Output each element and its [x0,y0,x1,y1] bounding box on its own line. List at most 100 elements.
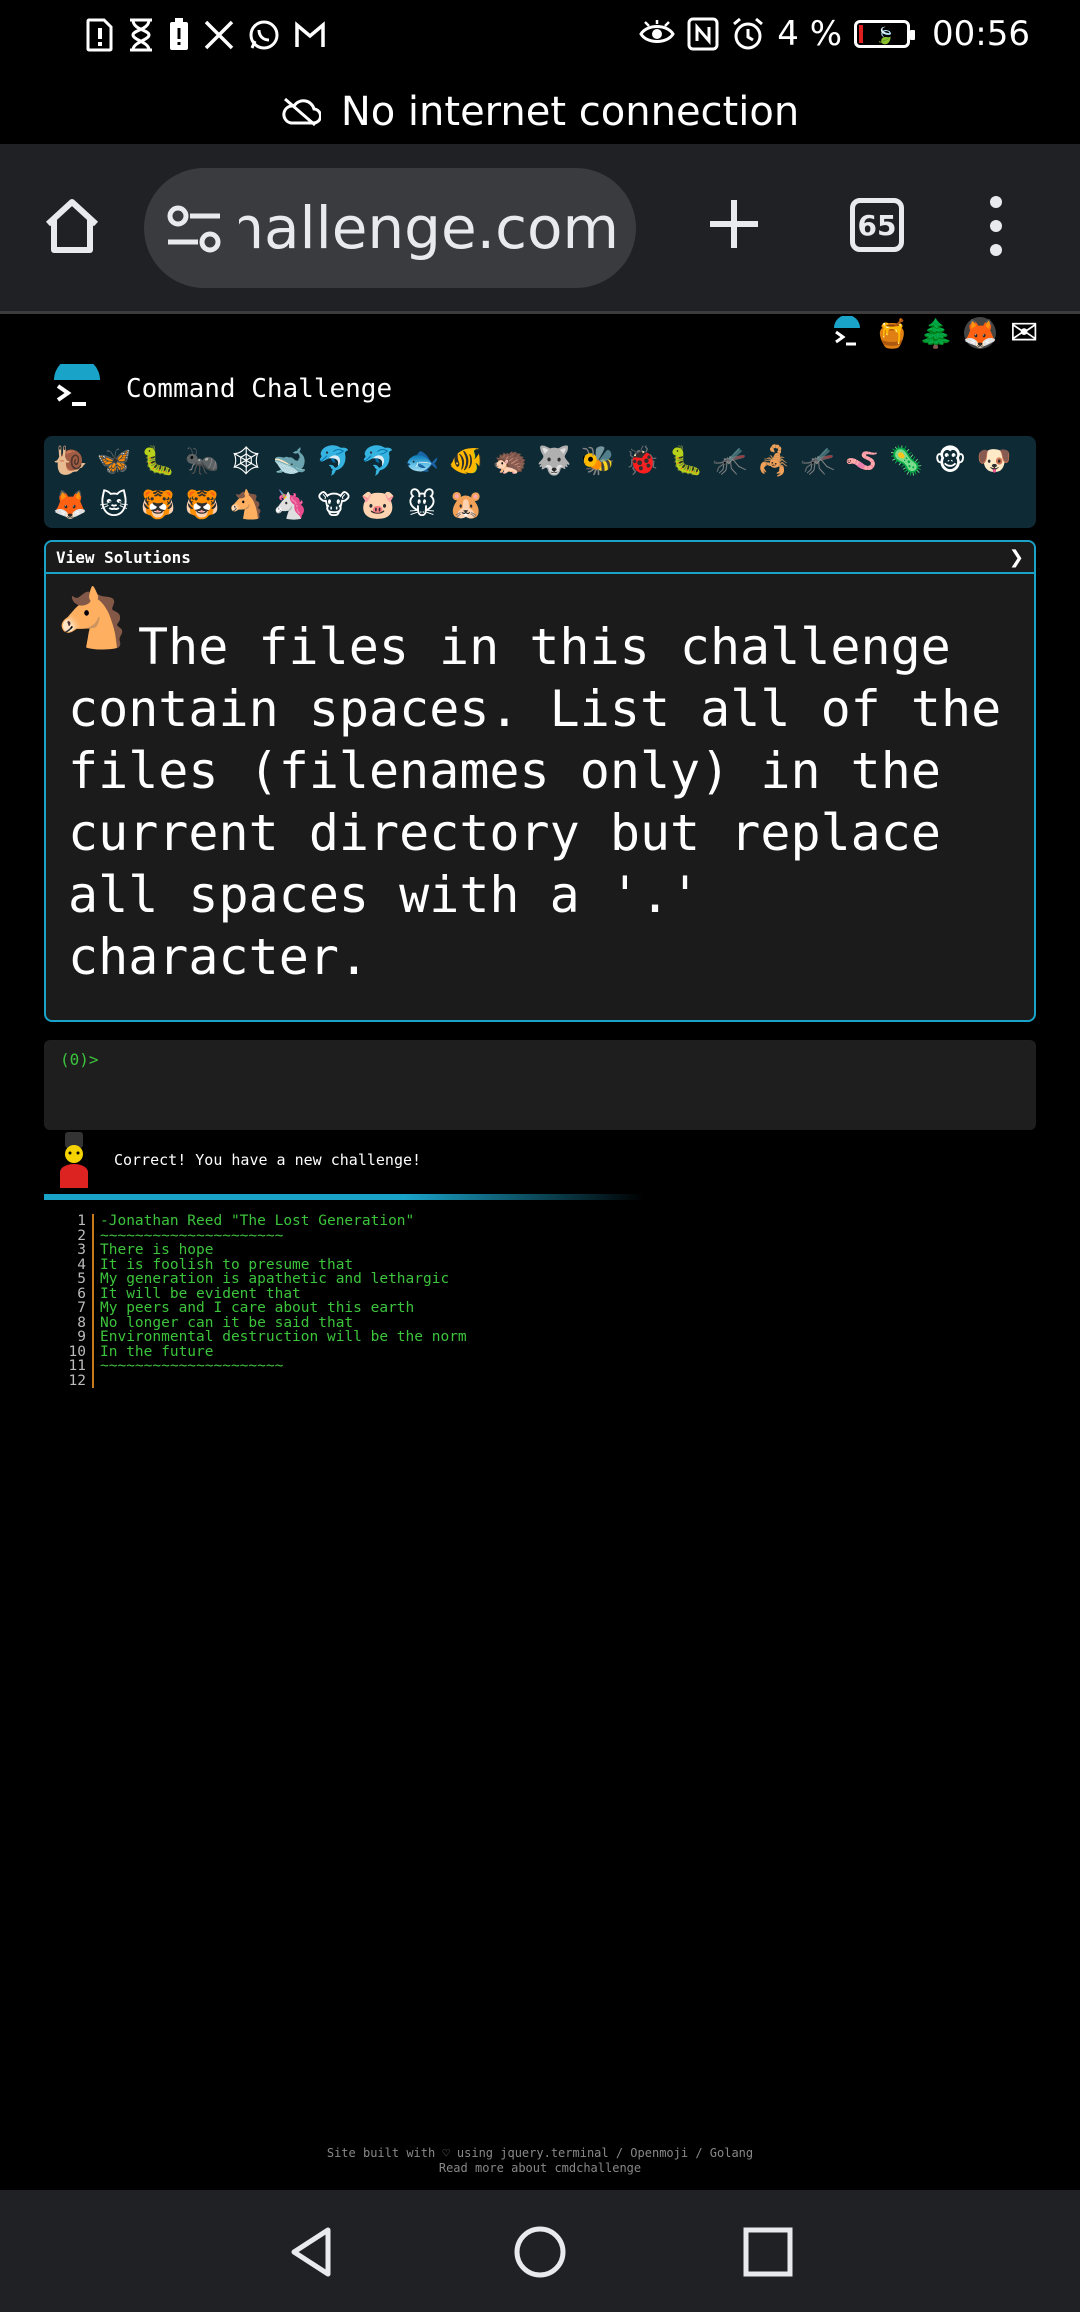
line-number: 4 [60,1257,94,1272]
clock: 00:56 [932,14,1030,54]
alarm-icon [733,17,764,50]
no-internet-banner: No internet connection [0,80,1080,144]
address-bar[interactable]: cmdchallenge.com [144,168,636,288]
challenge-emoji[interactable]: 🦂 [756,440,792,480]
result-progress-bar [44,1194,644,1200]
challenge-emoji[interactable]: 🦔 [492,440,528,480]
poem-output: 1 -Jonathan Reed "The Lost Generation" 2 ~~… [60,1214,467,1388]
challenge-emoji[interactable]: 🐴 [228,484,264,524]
line-content: ~~~~~~~~~~~~~~~~~~~~~ [100,1227,284,1244]
challenge-emoji[interactable]: 🐵 [932,440,968,480]
email-icon[interactable]: ✉ [1008,313,1040,353]
chevron-right-icon: ❯ [1008,546,1024,568]
battery-alert-icon [170,18,188,50]
line-number: 2 [60,1228,94,1243]
challenge-emoji[interactable]: 🐬 [360,440,396,480]
challenge-emoji[interactable]: 🐶 [976,440,1012,480]
challenge-emoji[interactable]: 🐱 [96,484,132,524]
poem-line: 11 ~~~~~~~~~~~~~~~~~~~~~ [60,1359,467,1374]
terminal-prompt: (0)> [60,1050,99,1069]
challenge-emoji[interactable]: 🐭 [404,484,440,524]
tab-switcher-button[interactable]: 65 [850,198,904,252]
challenge-emoji[interactable]: 🐟 [404,440,440,480]
line-content: -Jonathan Reed "The Lost Generation" [100,1213,415,1229]
challenge-emoji[interactable]: 🦄 [272,484,308,524]
challenge-emoji[interactable]: 🦟 [712,440,748,480]
terminal-input[interactable]: (0)> [44,1040,1036,1130]
line-number: 3 [60,1243,94,1258]
poem-line: 9 Environmental destruction will be the n… [60,1330,467,1345]
battery-percent: 4 % [777,14,843,54]
challenge-emoji[interactable]: 🐬 [316,440,352,480]
x-icon [204,20,234,50]
line-content: No longer can it be said that [100,1314,354,1331]
challenge-emoji[interactable]: 🐮 [316,484,352,524]
poem-line: 6 It will be evident that [60,1286,467,1301]
challenge-emoji[interactable]: 🕸 [228,440,264,480]
poem-line: 10 In the future [60,1343,467,1360]
gmail-icon [295,21,325,47]
line-number: 9 [60,1330,94,1345]
challenge-emoji[interactable]: 🪱 [844,440,880,480]
challenge-emoji[interactable]: 🐺 [536,440,572,480]
eye-icon [639,20,676,43]
hourglass-icon [130,18,152,52]
poem-line: 2 ~~~~~~~~~~~~~~~~~~~~~ [60,1227,467,1244]
back-icon[interactable] [284,2224,340,2280]
challenge-emoji[interactable]: 🐛 [140,440,176,480]
terminal-logo-icon[interactable] [830,316,864,350]
new-tab-icon[interactable] [706,196,762,252]
challenge-emoji[interactable]: 🦋 [96,440,132,480]
result-message: Correct! You have a new challenge! [56,1132,421,1188]
line-number: 6 [60,1286,94,1301]
site-header: Command Challenge [52,364,392,414]
url-text[interactable]: cmdchallenge.com [239,194,619,262]
challenge-emoji[interactable]: 🦊 [52,484,88,524]
gitlab-icon[interactable]: 🦊 [963,317,998,350]
nfc-icon [687,17,719,51]
challenge-emoji[interactable]: 🐋 [272,440,308,480]
view-solutions-toggle[interactable]: View Solutions ❯ [46,542,1034,574]
poem-line: 8 No longer can it be said that [60,1314,467,1331]
challenge-emoji[interactable]: 🐯 [184,484,220,524]
poem-line: 3 There is hope [60,1243,467,1258]
challenge-emoji[interactable]: 🐞 [624,440,660,480]
poem-line: 7 My peers and I care about this earth [60,1301,467,1316]
challenge-description: The files in this challenge contain spac… [68,618,1002,986]
challenge-emoji[interactable]: 🐝 [580,440,616,480]
challenge-emoji[interactable]: 🦠 [888,440,924,480]
browser-toolbar: cmdchallenge.com 65 [0,144,1080,314]
more-menu-icon[interactable] [984,194,1008,258]
challenge-emoji[interactable]: 🐹 [448,484,484,524]
challenge-emoji[interactable]: 🐷 [360,484,396,524]
line-number: 12 [60,1373,94,1388]
line-number: 1 [60,1214,94,1229]
view-solutions-label: View Solutions [56,547,191,567]
challenge-emoji[interactable]: 🦟 [800,440,836,480]
site-settings-icon[interactable] [166,204,222,254]
line-content: In the future [100,1343,214,1360]
terminal-logo-icon [54,364,100,406]
horse-icon: 🐴 [56,584,129,652]
challenge-emoji[interactable]: 🐠 [448,440,484,480]
challenge-emoji[interactable]: 🐜 [184,440,220,480]
line-content: There is hope [100,1242,214,1258]
alert-file-icon [86,18,113,52]
honey-icon[interactable]: 🍯 [875,317,910,350]
challenge-emoji[interactable]: 🐌 [52,440,88,480]
recents-icon[interactable] [740,2224,796,2280]
home-icon[interactable] [40,194,104,258]
battery-icon: 🍃 [854,20,916,48]
footer-credits: Site built with ♡ using jquery.terminal … [326,2146,754,2160]
footer-about-link[interactable]: Read more about cmdchallenge [0,2161,1080,2176]
home-nav-icon[interactable] [512,2224,568,2280]
site-title: Command Challenge [126,374,393,404]
challenge-emoji[interactable]: 🐛 [668,440,704,480]
challenge-emoji[interactable]: 🐯 [140,484,176,524]
result-text: Correct! You have a new challenge! [114,1151,422,1169]
tree-icon[interactable]: 🌲 [919,317,954,350]
notification-icons [86,18,326,52]
challenge-body: 🐴 The files in this challenge contain sp… [46,574,1034,1000]
tab-count: 65 [857,208,897,242]
system-icons: 4 % 🍃 00:56 [639,14,1030,54]
